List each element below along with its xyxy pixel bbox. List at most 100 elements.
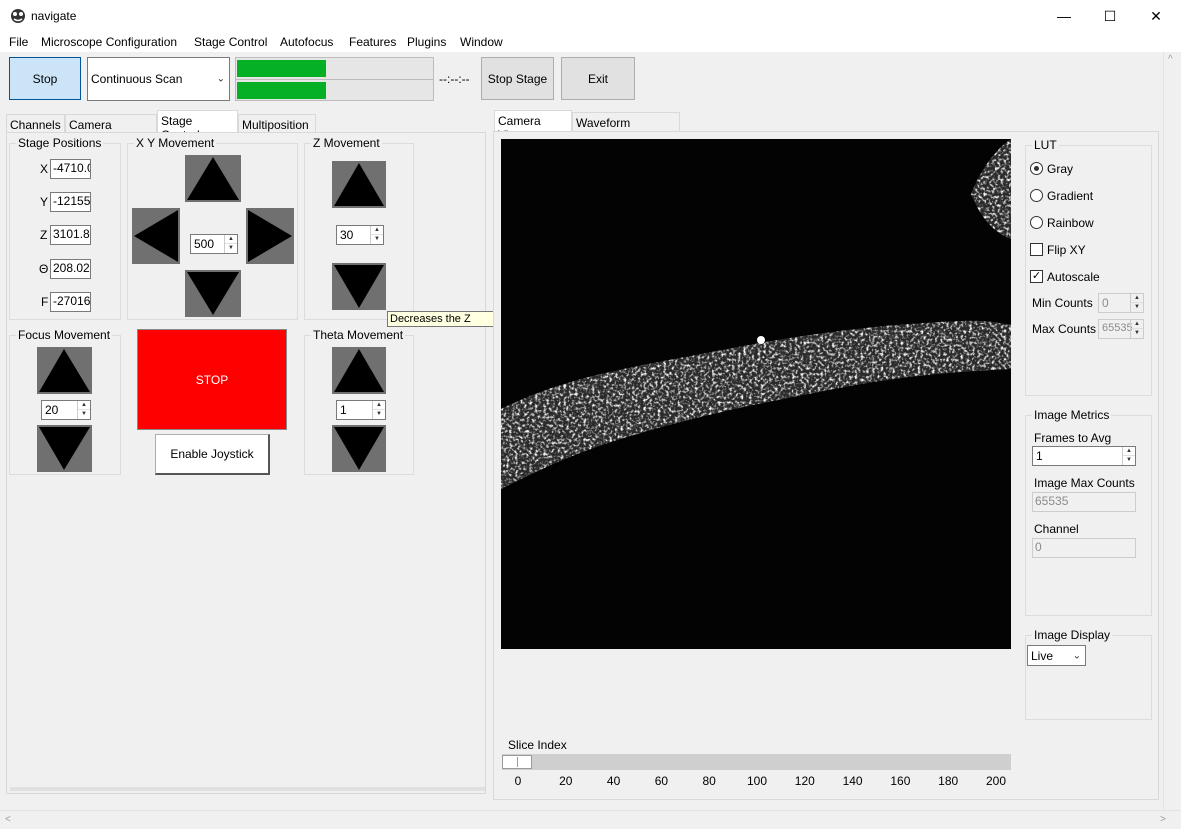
tab-multiposition[interactable]: Multiposition xyxy=(238,114,316,134)
scroll-up-icon[interactable]: ^ xyxy=(1168,54,1173,65)
x-right-button[interactable] xyxy=(246,208,294,264)
stage-positions-title: Stage Positions xyxy=(16,136,104,150)
flip-xy-checkbox[interactable] xyxy=(1030,243,1043,256)
slice-tick-label: 0 xyxy=(514,774,522,788)
focus-step-spinbox[interactable]: 20 ▲ ▼ xyxy=(41,400,91,420)
image-display-title: Image Display xyxy=(1032,628,1113,642)
enable-joystick-button[interactable]: Enable Joystick xyxy=(155,434,270,475)
tab-camera-view[interactable]: Camera View xyxy=(494,110,572,142)
slice-tick-label: 140 xyxy=(842,774,863,788)
spin-up-icon[interactable]: ▲ xyxy=(1131,320,1143,329)
f-position-field[interactable]: -27016 xyxy=(50,292,91,312)
y-down-button[interactable] xyxy=(185,270,241,317)
lut-gray-radio[interactable] xyxy=(1030,162,1043,175)
z-down-button[interactable] xyxy=(332,263,386,310)
spin-down-icon[interactable]: ▼ xyxy=(1131,329,1143,338)
theta-step-spinbox[interactable]: 1 ▲ ▼ xyxy=(336,400,386,420)
z-position-field[interactable]: 3101.8 xyxy=(50,225,91,245)
lut-group: LUT Gray Gradient Rainbow Flip XY ✓ Auto… xyxy=(1025,138,1152,396)
spin-up-icon[interactable]: ▲ xyxy=(373,401,385,410)
min-counts-spinbox[interactable]: 0 ▲ ▼ xyxy=(1098,293,1144,313)
z-step-spinbox[interactable]: 30 ▲ ▼ xyxy=(336,225,384,245)
lut-gradient-label: Gradient xyxy=(1047,189,1094,203)
image-display-select[interactable]: Live ⌄ xyxy=(1027,645,1086,666)
slice-index-slider[interactable] xyxy=(502,754,1011,770)
spin-up-icon[interactable]: ▲ xyxy=(1123,447,1135,456)
vertical-scrollbar[interactable]: ^ xyxy=(1163,52,1181,810)
tab-channels[interactable]: Channels xyxy=(6,114,65,134)
spin-down-icon[interactable]: ▼ xyxy=(1123,456,1135,465)
progress-area xyxy=(235,57,434,101)
image-max-counts-label: Image Max Counts xyxy=(1034,476,1135,490)
spin-down-icon[interactable]: ▼ xyxy=(78,410,90,419)
menu-file[interactable]: File xyxy=(9,35,28,49)
lut-gradient-radio[interactable] xyxy=(1030,189,1043,202)
menu-window[interactable]: Window xyxy=(460,35,503,49)
minimize-button[interactable]: — xyxy=(1041,0,1087,32)
camera-image[interactable] xyxy=(501,139,1011,649)
theta-label: Θ xyxy=(39,262,49,276)
exit-button[interactable]: Exit xyxy=(561,57,635,100)
theta-position-field[interactable]: 208.02 xyxy=(50,259,91,279)
slice-tick-label: 180 xyxy=(938,774,959,788)
spin-down-icon[interactable]: ▼ xyxy=(373,410,385,419)
y-label: Y xyxy=(40,195,49,209)
x-left-button[interactable] xyxy=(132,208,180,264)
y-up-button[interactable] xyxy=(185,155,241,202)
arrow-down-icon xyxy=(334,265,384,308)
spin-down-icon[interactable]: ▼ xyxy=(371,235,383,244)
maximize-button[interactable]: ☐ xyxy=(1087,0,1133,32)
frames-to-avg-value: 1 xyxy=(1036,449,1043,463)
y-position-field[interactable]: -12155 xyxy=(50,192,91,212)
chevron-down-icon: ⌄ xyxy=(1072,650,1081,661)
theta-down-button[interactable] xyxy=(332,425,386,472)
scroll-left-icon[interactable]: < xyxy=(5,814,11,825)
spin-up-icon[interactable]: ▲ xyxy=(78,401,90,410)
progress-bar-top xyxy=(237,60,326,77)
min-counts-label: Min Counts xyxy=(1032,296,1093,310)
theta-up-button[interactable] xyxy=(332,347,386,394)
image-display-group: Image Display Live ⌄ xyxy=(1025,628,1152,720)
menu-microscope-configuration[interactable]: Microscope Configuration xyxy=(41,35,177,49)
tab-stage-control[interactable]: Stage Control xyxy=(157,110,238,142)
z-movement-group: Z Movement 30 ▲ ▼ xyxy=(304,136,414,320)
z-up-button[interactable] xyxy=(332,161,386,208)
image-metrics-title: Image Metrics xyxy=(1032,408,1112,422)
spin-up-icon[interactable]: ▲ xyxy=(371,226,383,235)
tab-waveform-settings[interactable]: Waveform Settings xyxy=(572,112,680,144)
frames-to-avg-label: Frames to Avg xyxy=(1034,431,1112,445)
panel-bottom-bar xyxy=(10,787,485,791)
menu-autofocus[interactable]: Autofocus xyxy=(280,35,333,49)
focus-up-button[interactable] xyxy=(37,347,92,394)
x-position-field[interactable]: -4710.0 xyxy=(50,159,91,179)
lut-rainbow-label: Rainbow xyxy=(1047,216,1094,230)
focus-down-button[interactable] xyxy=(37,425,92,472)
max-counts-spinbox[interactable]: 65535 ▲ ▼ xyxy=(1098,319,1144,339)
xy-step-spinbox[interactable]: 500 ▲ ▼ xyxy=(190,234,238,254)
stop-acquisition-button[interactable]: Stop xyxy=(9,57,81,100)
spin-up-icon[interactable]: ▲ xyxy=(225,235,237,244)
focus-movement-title: Focus Movement xyxy=(16,328,113,342)
xy-movement-group: X Y Movement 500 ▲ ▼ xyxy=(127,136,298,320)
acquisition-mode-select[interactable]: Continuous Scan ⌄ xyxy=(87,57,230,101)
stage-stop-button[interactable]: STOP xyxy=(137,329,287,430)
horizontal-scrollbar[interactable]: < > xyxy=(0,810,1181,829)
spin-down-icon[interactable]: ▼ xyxy=(1131,303,1143,312)
slice-tick-label: 20 xyxy=(559,774,573,788)
tab-camera-settings[interactable]: Camera Settings xyxy=(65,114,157,146)
menu-plugins[interactable]: Plugins xyxy=(407,35,446,49)
lut-rainbow-radio[interactable] xyxy=(1030,216,1043,229)
scroll-right-icon[interactable]: > xyxy=(1160,814,1166,825)
menu-stage-control[interactable]: Stage Control xyxy=(194,35,267,49)
menu-features[interactable]: Features xyxy=(349,35,396,49)
slider-handle[interactable] xyxy=(502,755,532,769)
frames-to-avg-spinbox[interactable]: 1 ▲ ▼ xyxy=(1032,446,1136,466)
close-button[interactable]: ✕ xyxy=(1133,0,1179,32)
window-title: navigate xyxy=(31,9,77,23)
arrow-up-icon xyxy=(39,349,90,392)
stop-stage-button[interactable]: Stop Stage xyxy=(481,57,554,100)
spin-down-icon[interactable]: ▼ xyxy=(225,244,237,253)
autoscale-checkbox[interactable]: ✓ xyxy=(1030,270,1043,283)
spin-up-icon[interactable]: ▲ xyxy=(1131,294,1143,303)
theta-movement-group: Theta Movement 1 ▲ ▼ xyxy=(304,328,414,475)
